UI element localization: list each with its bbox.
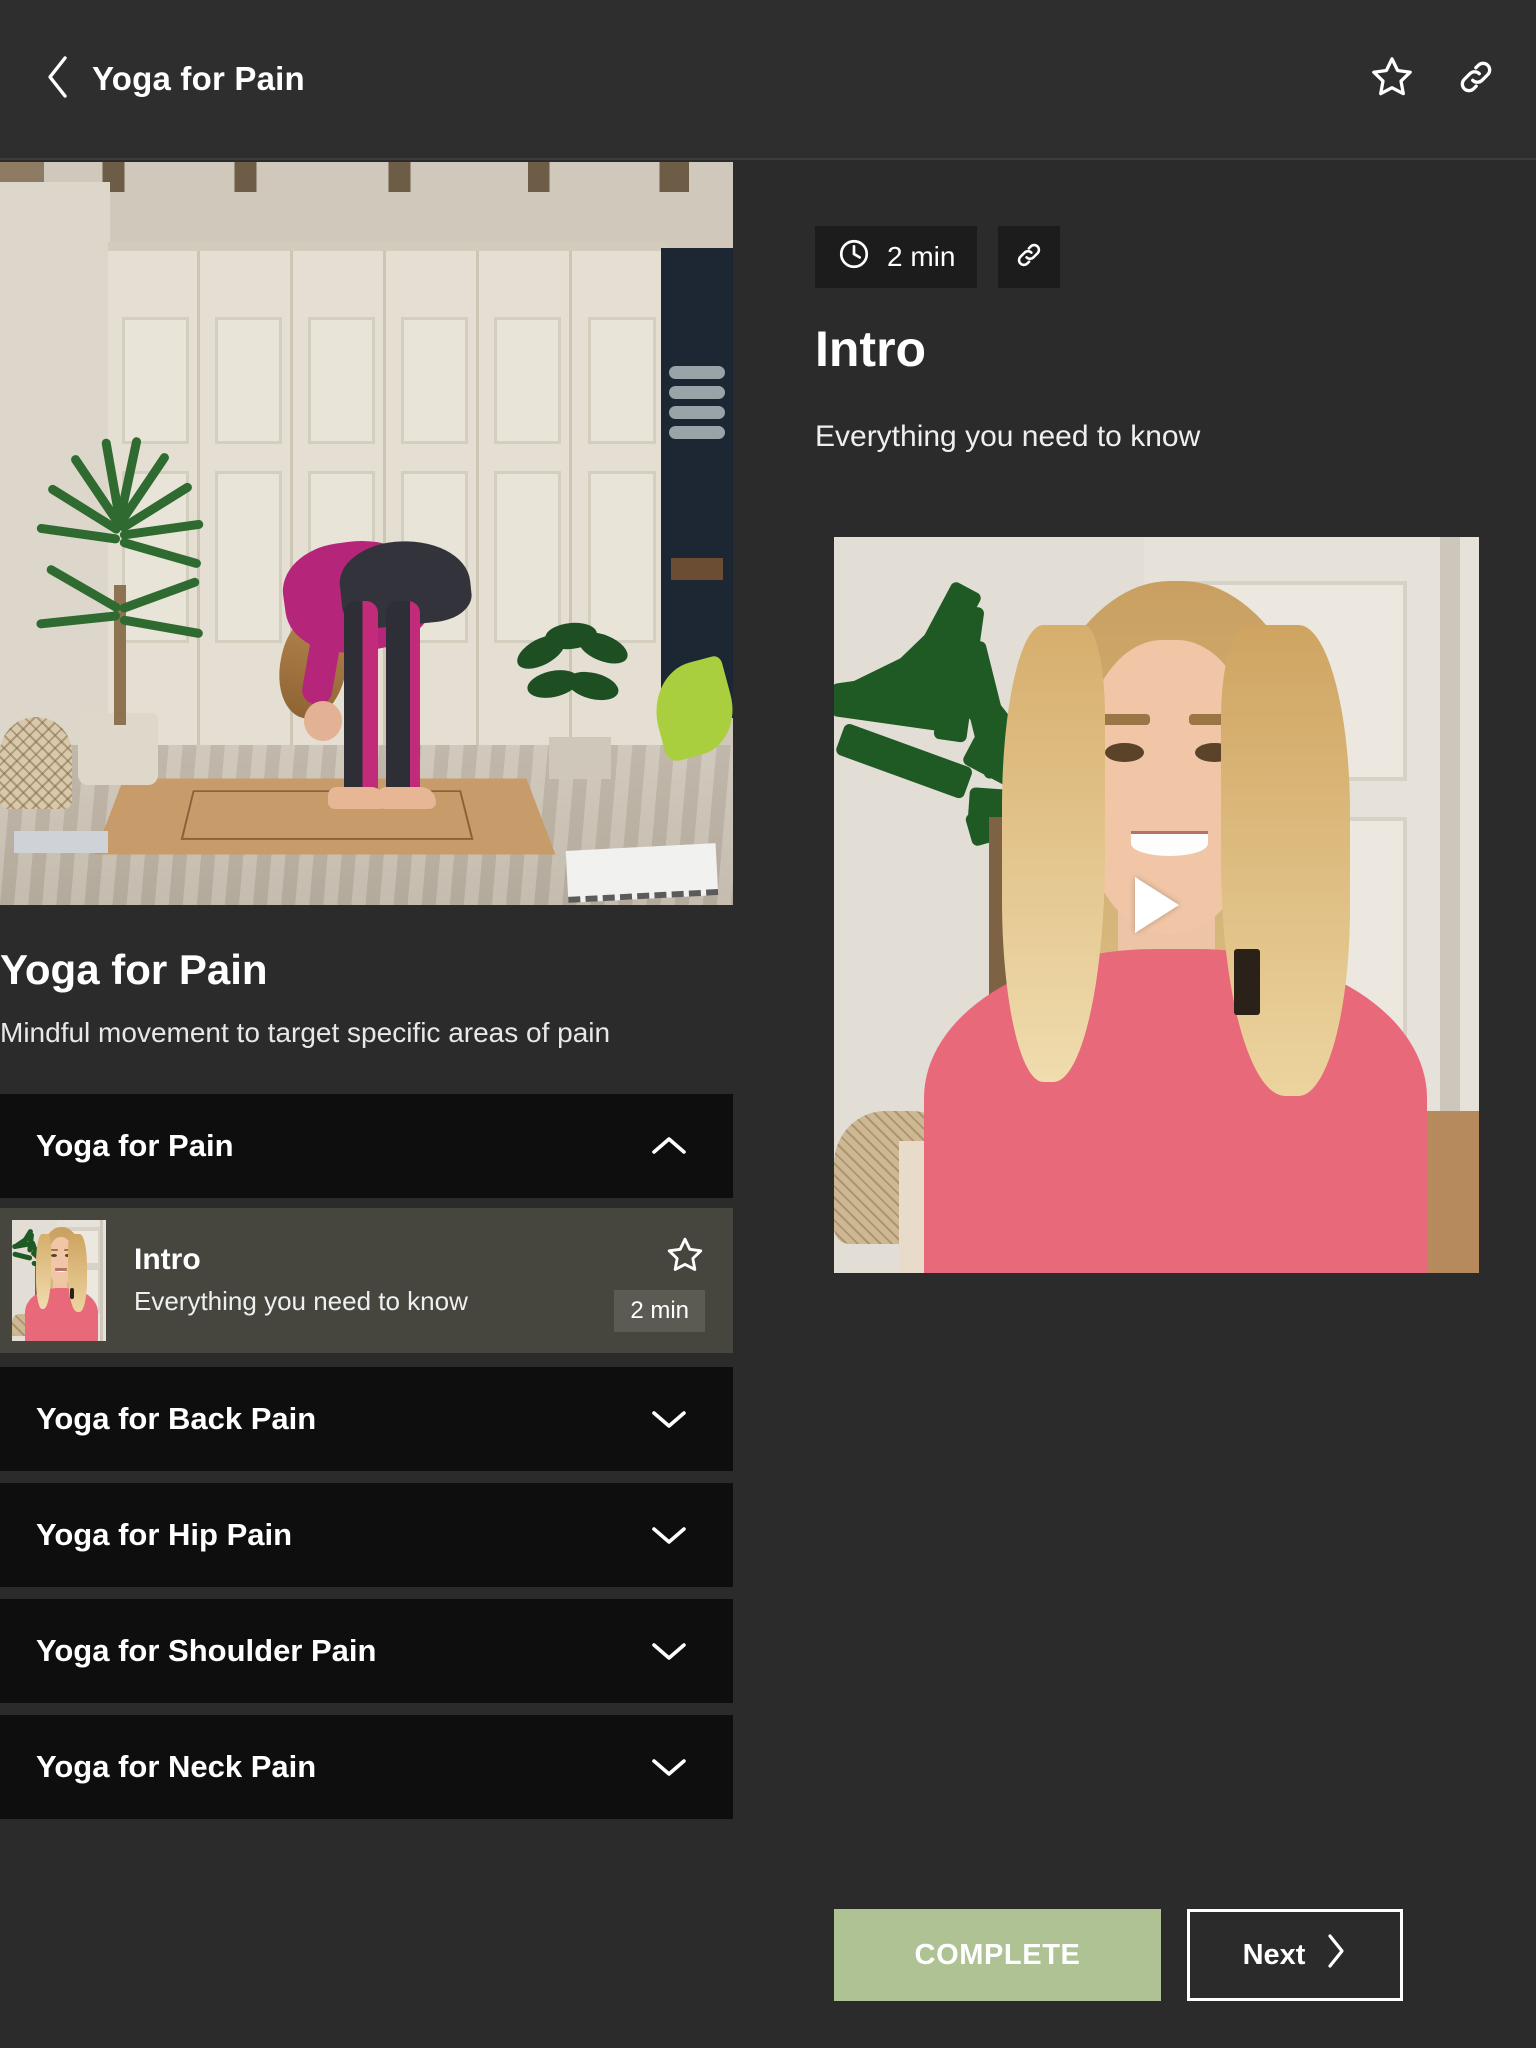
- star-outline-icon: [1369, 54, 1415, 105]
- course-hero-image: [0, 162, 733, 905]
- clock-icon: [837, 237, 871, 278]
- lesson-item-intro[interactable]: Intro Everything you need to know 2 min: [0, 1207, 733, 1353]
- chevron-down-icon: [649, 1406, 689, 1432]
- back-button[interactable]: [36, 47, 80, 111]
- lesson-favorite-button[interactable]: [665, 1235, 705, 1280]
- course-description: Mindful movement to target specific area…: [0, 1017, 611, 1048]
- next-button-label: Next: [1242, 1938, 1306, 1971]
- play-icon[interactable]: [1134, 877, 1179, 933]
- chevron-right-icon: [1325, 1933, 1347, 1977]
- share-link-button[interactable]: [1452, 55, 1500, 103]
- header-actions: [1368, 55, 1500, 103]
- lesson-subtitle: Everything you need to know: [134, 1286, 468, 1317]
- lesson-footer: COMPLETE Next: [733, 1862, 1536, 2048]
- section-header-yoga-for-back-pain[interactable]: Yoga for Back Pain: [0, 1366, 733, 1471]
- section-label: Yoga for Back Pain: [36, 1400, 317, 1436]
- course-sections: Yoga for Pain Intro Everything you need …: [0, 1093, 733, 1819]
- section-label: Yoga for Shoulder Pain: [36, 1632, 377, 1668]
- section-header-yoga-for-neck-pain[interactable]: Yoga for Neck Pain: [0, 1714, 733, 1819]
- complete-button[interactable]: COMPLETE: [834, 1909, 1161, 2001]
- lesson-detail-subtitle: Everything you need to know: [815, 420, 1201, 453]
- star-outline-icon: [667, 1237, 703, 1271]
- lesson-duration-button[interactable]: 2 min: [815, 226, 978, 288]
- link-icon: [1454, 55, 1498, 104]
- lesson-thumbnail: [12, 1219, 106, 1341]
- section-header-yoga-for-pain[interactable]: Yoga for Pain: [0, 1093, 733, 1198]
- page-title: Yoga for Pain: [92, 60, 305, 97]
- lesson-meta-row: 2 min: [815, 226, 1061, 288]
- lesson-detail-title: Intro: [815, 321, 927, 377]
- chevron-down-icon: [649, 1754, 689, 1780]
- section-label: Yoga for Hip Pain: [36, 1516, 293, 1552]
- course-sidebar: Yoga for Pain Mindful movement to target…: [0, 162, 733, 2048]
- chevron-up-icon: [649, 1133, 689, 1159]
- chevron-down-icon: [649, 1522, 689, 1548]
- video-player[interactable]: [834, 537, 1479, 1273]
- chevron-down-icon: [649, 1638, 689, 1664]
- course-title: Yoga for Pain: [0, 946, 268, 993]
- section-header-yoga-for-shoulder-pain[interactable]: Yoga for Shoulder Pain: [0, 1598, 733, 1703]
- next-button[interactable]: Next: [1187, 1909, 1403, 2001]
- lesson-duration-text: 2 min: [887, 241, 956, 272]
- link-icon: [1013, 239, 1045, 276]
- lesson-share-button[interactable]: [998, 226, 1061, 288]
- lesson-duration-badge: 2 min: [614, 1289, 705, 1332]
- section-label: Yoga for Neck Pain: [36, 1748, 317, 1784]
- section-label: Yoga for Pain: [36, 1127, 234, 1163]
- section-header-yoga-for-hip-pain[interactable]: Yoga for Hip Pain: [0, 1482, 733, 1587]
- lesson-detail-panel: 2 min Intro Everything you need to know: [733, 162, 1536, 2048]
- lesson-title: Intro: [134, 1243, 201, 1277]
- favorite-button[interactable]: [1368, 55, 1416, 103]
- chevron-left-icon: [45, 55, 71, 104]
- app-header: Yoga for Pain: [0, 0, 1536, 160]
